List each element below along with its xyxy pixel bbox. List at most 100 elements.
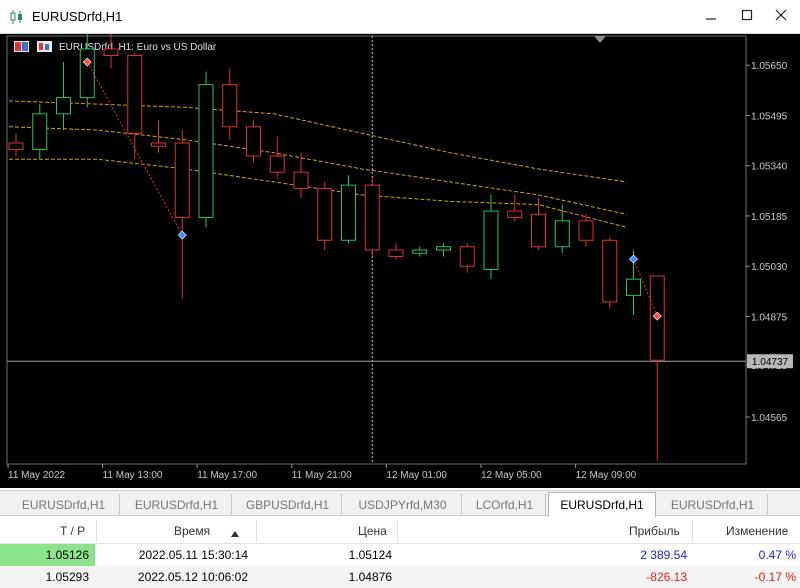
y-tick-label: 1.05495	[751, 111, 788, 122]
sort-ascending-icon	[231, 526, 239, 540]
candle[interactable]	[127, 52, 143, 160]
y-tick-label: 1.05650	[751, 61, 788, 72]
candle-body	[531, 213, 546, 248]
candle[interactable]	[56, 61, 71, 131]
candle-body	[56, 97, 71, 115]
candle[interactable]	[317, 181, 333, 250]
candle[interactable]	[103, 34, 119, 69]
candle[interactable]	[602, 237, 618, 309]
candle-body	[317, 187, 333, 241]
candle-body	[103, 48, 119, 56]
candle[interactable]	[364, 178, 380, 257]
chart-shift-marker[interactable]	[594, 36, 606, 43]
column-divider[interactable]	[397, 520, 398, 542]
candle-body	[8, 142, 24, 150]
candle[interactable]	[174, 130, 190, 299]
chart-candles-icon	[9, 9, 25, 28]
tab-chart-4[interactable]: USDJPYrfd,M30	[344, 494, 462, 516]
candle-body	[341, 184, 356, 241]
table-row[interactable]: 1.05293 2022.05.12 10:06:02 1.04876 -826…	[0, 566, 800, 588]
cell-profit: -826.13	[646, 570, 687, 584]
candle-body	[436, 246, 451, 251]
table-row[interactable]: 1.05126 2022.05.11 15:30:14 1.05124 2 38…	[0, 544, 800, 566]
candle-body	[554, 220, 570, 248]
tab-chart-3[interactable]: GBPUSDrfd,H1	[234, 494, 342, 516]
x-tick-label: 11 May 21:00	[292, 470, 352, 481]
cell-tp: 1.05126	[0, 544, 95, 566]
x-tick-label: 12 May 09:00	[576, 470, 637, 481]
window-title: EURUSDrfd,H1	[32, 9, 123, 24]
chart-area[interactable]: EURUSDrfd, H1: Euro vs US Dollar 1.05650…	[0, 34, 800, 488]
candle[interactable]	[507, 194, 523, 221]
price-chart[interactable]: EURUSDrfd, H1: Euro vs US Dollar 1.05650…	[0, 34, 800, 488]
chart-tabs-bar: EURUSDrfd,H1 EURUSDrfd,H1 GBPUSDrfd,H1 U…	[0, 490, 800, 517]
cell-time: 2022.05.12 10:06:02	[137, 570, 248, 584]
candle[interactable]	[459, 243, 475, 273]
column-header-time[interactable]: Время	[174, 522, 210, 540]
candle[interactable]	[412, 246, 428, 257]
candle[interactable]	[578, 214, 594, 247]
quick-trade-icon[interactable]	[14, 41, 29, 52]
minimize-button[interactable]	[694, 0, 728, 34]
candle-body	[459, 246, 475, 267]
window-titlebar: EURUSDrfd,H1	[0, 0, 800, 34]
candle-body	[626, 278, 641, 296]
x-tick-label: 12 May 05:00	[481, 470, 542, 481]
candle-body	[483, 210, 499, 270]
cell-change: 0.47 %	[758, 548, 796, 562]
cell-time: 2022.05.11 15:30:14	[138, 548, 248, 562]
candle-body	[151, 142, 166, 147]
candle[interactable]	[246, 120, 261, 163]
candle[interactable]	[483, 194, 499, 280]
tab-chart-6-active[interactable]: EURUSDrfd,H1	[548, 492, 656, 517]
candle-body	[507, 210, 523, 219]
x-tick-label: 11 May 17:00	[197, 470, 257, 481]
x-tick-label: 11 May 2022	[8, 470, 66, 481]
close-button[interactable]	[764, 0, 798, 34]
tab-chart-5[interactable]: LCOrfd,H1	[464, 494, 546, 516]
tab-chart-2[interactable]: EURUSDrfd,H1	[122, 494, 232, 516]
maximize-icon	[741, 8, 753, 26]
candle-body	[364, 184, 380, 251]
column-header-tp[interactable]: T / P	[60, 522, 85, 540]
chart-properties-icon[interactable]	[37, 41, 52, 52]
y-tick-label: 1.04565	[751, 413, 788, 424]
candle[interactable]	[8, 133, 24, 156]
candle-body	[79, 48, 95, 99]
column-divider[interactable]	[692, 520, 693, 542]
buy-trade-marker-icon[interactable]	[177, 230, 187, 240]
current-price-tag: 1.04737	[747, 354, 793, 369]
candle-body	[246, 126, 261, 157]
column-header-change[interactable]: Изменение	[726, 522, 788, 540]
cell-tp: 1.05293	[45, 570, 89, 584]
minimize-icon	[705, 8, 717, 26]
x-tick-label: 12 May 01:00	[386, 470, 447, 481]
y-tick-label: 1.05185	[751, 212, 788, 223]
column-header-profit[interactable]: Прибыль	[629, 522, 680, 540]
column-divider[interactable]	[256, 520, 257, 542]
x-tick-label: 11 May 13:00	[103, 470, 163, 481]
candle[interactable]	[198, 71, 214, 228]
candle[interactable]	[222, 68, 238, 140]
tab-chart-1[interactable]: EURUSDrfd,H1	[8, 494, 120, 516]
candle[interactable]	[32, 104, 48, 160]
column-header-price[interactable]: Цена	[358, 522, 387, 540]
candle-body	[388, 249, 404, 257]
candle[interactable]	[341, 175, 356, 244]
candle[interactable]	[388, 243, 404, 260]
current-price-label: 1.04737	[752, 357, 789, 368]
candle-body	[412, 249, 428, 254]
maximize-button[interactable]	[730, 0, 764, 34]
column-divider[interactable]	[96, 520, 97, 542]
candle-body	[269, 155, 285, 173]
cell-change: -0.17 %	[754, 570, 796, 584]
candle-body	[602, 239, 618, 303]
tab-chart-7[interactable]: EURUSDrfd,H1	[658, 494, 768, 516]
buy-trade-marker-icon[interactable]	[629, 254, 638, 264]
close-icon	[775, 8, 787, 26]
candle-body	[578, 220, 594, 241]
candle-body	[293, 171, 309, 189]
candle[interactable]	[436, 243, 451, 257]
candle[interactable]	[269, 136, 285, 179]
candle[interactable]	[293, 152, 309, 199]
